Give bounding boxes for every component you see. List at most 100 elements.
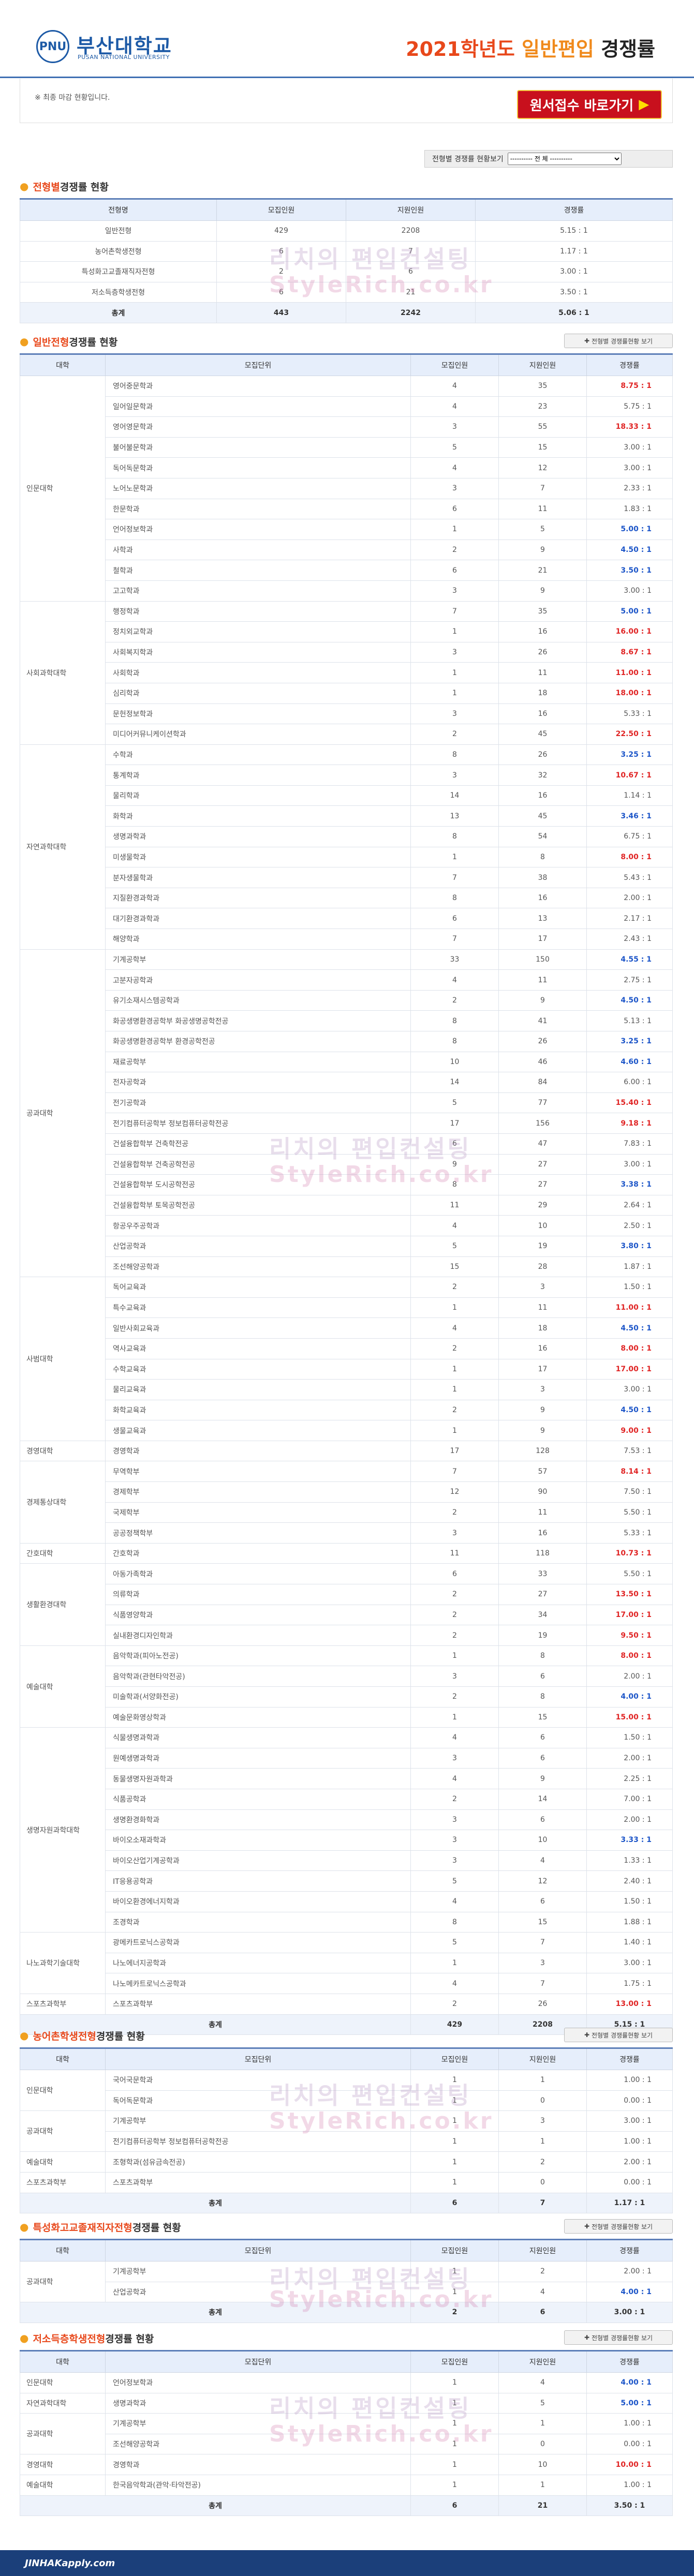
quota: 8 [410,1010,499,1031]
college-name: 공과대학 [20,2413,106,2455]
applicants: 0 [498,2090,587,2111]
college-name: 경제통상대학 [20,1461,106,1544]
competition-ratio: 1.00 : 1 [586,2131,673,2152]
table-row: 공공정책학부 3 16 5.33 : 1 [20,1522,673,1544]
unit-name: 독어독문학과 [105,457,411,478]
applicants: 27 [498,1154,587,1175]
quota: 3 [410,1850,499,1871]
total-quota: 6 [410,2495,499,2517]
unit-name: 고분자공학과 [105,969,411,991]
applicants: 11 [498,969,587,991]
table-row: 해양학과 7 17 2.43 : 1 [20,928,673,950]
quota: 13 [410,805,499,827]
unit-name: 한문학과 [105,498,411,520]
unit-name: IT응용공학과 [105,1870,411,1892]
college-name: 경영대학 [20,2454,106,2475]
unit-name: 전기컴퓨터공학부 정보컴퓨터공학전공 [105,2131,411,2152]
unit-name: 의류학과 [105,1584,411,1605]
unit-name: 전기공학과 [105,1092,411,1114]
view-all-types-button[interactable]: ✚ 전형별 경쟁률현황 보기 [564,2219,673,2234]
applicants: 7 [498,477,587,499]
unit-name: 기계공학부 [105,2110,411,2132]
type-select[interactable]: ---------- 전 체 ---------- [507,153,622,165]
column-header: 대학 [20,353,106,376]
competition-ratio: 5.13 : 1 [586,1010,673,1031]
quota: 3 [410,580,499,602]
applicants: 16 [498,887,587,909]
applicants: 46 [498,1051,587,1073]
unit-name: 유기소재시스템공학과 [105,990,411,1011]
competition-ratio: 4.00 : 1 [586,2372,673,2393]
quota: 3 [410,641,499,663]
applicants: 11 [498,498,587,520]
unit-name: 조선해양공학과 [105,2433,411,2455]
quota: 2 [410,1993,499,2015]
applicants: 15 [498,1706,587,1728]
table-row: 재료공학부 10 46 4.60 : 1 [20,1051,673,1073]
quota: 1 [410,682,499,704]
competition-ratio: 4.55 : 1 [586,949,673,970]
competition-ratio: 16.00 : 1 [586,621,673,642]
column-header: 모집단위 [105,2239,411,2262]
unit-name: 해양학과 [105,928,411,950]
column-header: 모집단위 [105,2350,411,2373]
competition-ratio: 2.00 : 1 [586,2151,673,2173]
applicants: 10 [498,1830,587,1851]
competition-ratio: 2.43 : 1 [586,928,673,950]
competition-ratio: 10.73 : 1 [586,1542,673,1564]
table-cell: 443 [216,302,346,323]
header-divider [0,77,694,78]
competition-ratio: 3.38 : 1 [586,1174,673,1195]
unit-name: 특수교육과 [105,1297,411,1319]
competition-ratio: 0.00 : 1 [586,2171,673,2193]
applicants: 35 [498,376,587,397]
view-all-types-button[interactable]: ✚ 전형별 경쟁률현황 보기 [564,334,673,348]
quota: 4 [410,969,499,991]
applicants: 32 [498,765,587,786]
unit-name: 미술학과(서양화전공) [105,1686,411,1708]
unit-name: 화공생명환경공학부 화공생명공학전공 [105,1010,411,1031]
applicants: 15 [498,437,587,458]
total-applicants: 6 [498,2302,587,2323]
applicants: 9 [498,539,587,561]
quota: 15 [410,1256,499,1278]
view-all-types-button[interactable]: ✚ 전형별 경쟁률현황 보기 [564,2330,673,2345]
competition-ratio: 2.00 : 1 [586,887,673,909]
competition-ratio: 13.50 : 1 [586,1584,673,1605]
column-header: 지원인원 [498,2047,587,2070]
applicants: 12 [498,1870,587,1892]
table-row: 생물교육과 1 9 9.00 : 1 [20,1420,673,1441]
apply-label: 원서접수 바로가기 [529,98,634,114]
unit-name: 광메카트로닉스공학과 [105,1932,411,1953]
table-row: 예술대학 음악학과(피아노전공) 1 8 8.00 : 1 [20,1645,673,1728]
unit-name: 일어일문학과 [105,396,411,417]
applicants: 11 [498,1297,587,1319]
unit-name: 미생물학과 [105,846,411,868]
table-cell: 특성화고교졸재직자전형 [20,261,217,282]
competition-ratio: 3.00 : 1 [586,1952,673,1974]
unit-name: 언어정보학과 [105,2372,411,2393]
unit-name: 독어교육과 [105,1277,411,1298]
apply-button[interactable]: 원서접수 바로가기 ▶ [517,90,662,119]
applicants: 1 [498,2070,587,2091]
view-all-types-button[interactable]: ✚ 전형별 경쟁률현황 보기 [564,2028,673,2042]
unit-name: 역사교육과 [105,1338,411,1359]
competition-ratio: 4.50 : 1 [586,990,673,1011]
table-row: 미술학과(서양화전공) 2 8 4.00 : 1 [20,1686,673,1708]
applicants: 10 [498,2454,587,2475]
quota: 1 [410,2171,499,2193]
competition-ratio: 4.60 : 1 [586,1051,673,1073]
quota: 1 [410,2392,499,2414]
table-row: 불어불문학과 5 15 3.00 : 1 [20,437,673,458]
competition-ratio: 2.75 : 1 [586,969,673,991]
college-name: 생활환경대학 [20,1563,106,1646]
applicants: 27 [498,1584,587,1605]
table-row: 독어독문학과 4 12 3.00 : 1 [20,457,673,478]
table-row: 스포츠과학부 스포츠과학부 2 26 13.00 : 1 [20,1993,673,2015]
unit-name: 사학과 [105,539,411,561]
table-row: 사범대학 독어교육과 2 3 1.50 : 1 [20,1277,673,1441]
table-row: 통계학과 3 32 10.67 : 1 [20,765,673,786]
table-row: 인문대학 국어국문학과 1 1 1.00 : 1 [20,2069,673,2111]
table-row: 예술대학 한국음악학과(관악·타악전공) 1 1 1.00 : 1 [20,2474,673,2496]
table-row: 물리교육과 1 3 3.00 : 1 [20,1379,673,1400]
